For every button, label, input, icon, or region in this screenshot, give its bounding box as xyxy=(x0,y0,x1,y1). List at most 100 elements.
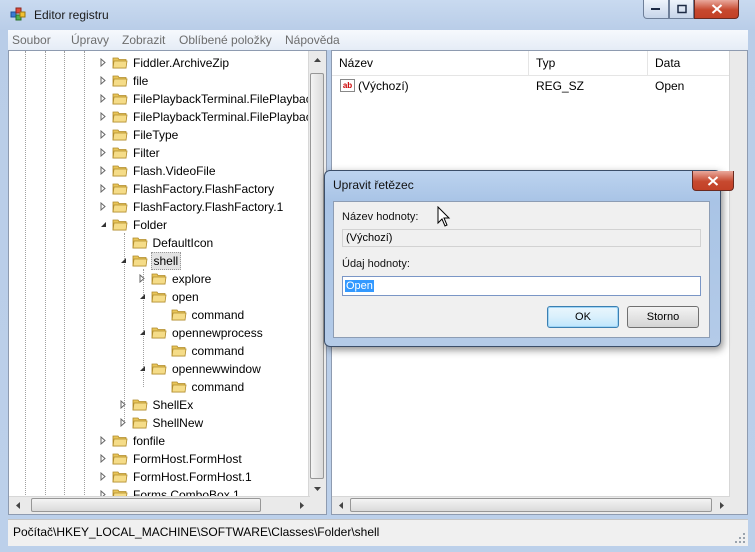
folder-icon xyxy=(112,201,128,213)
collapsed-arrow-icon[interactable] xyxy=(99,436,108,445)
tree-item[interactable]: ShellEx xyxy=(9,396,309,414)
scroll-up-button[interactable] xyxy=(309,51,326,68)
value-data-text: Open xyxy=(345,280,374,292)
tree-item[interactable]: file xyxy=(9,72,309,90)
value-name-label: Název hodnoty: xyxy=(342,211,419,223)
expanded-arrow-icon[interactable] xyxy=(99,220,108,229)
tree-item-label: FormHost.FormHost xyxy=(133,452,242,466)
ok-button[interactable]: OK xyxy=(547,306,619,328)
tree-item[interactable]: Flash.VideoFile xyxy=(9,162,309,180)
column-header-name[interactable]: Název xyxy=(332,51,529,75)
tree-item[interactable]: Filter xyxy=(9,144,309,162)
collapsed-arrow-icon[interactable] xyxy=(99,112,108,121)
collapsed-arrow-icon[interactable] xyxy=(119,400,128,409)
restore-icon xyxy=(676,4,687,14)
arrow-left-icon xyxy=(15,502,20,509)
collapsed-arrow-icon[interactable] xyxy=(99,76,108,85)
column-header-type[interactable]: Typ xyxy=(529,51,648,75)
tree-horizontal-scrollbar[interactable] xyxy=(9,496,310,514)
tree-item[interactable]: opennewwindow xyxy=(9,360,309,378)
scroll-right-button[interactable] xyxy=(293,497,310,514)
collapsed-arrow-icon[interactable] xyxy=(119,418,128,427)
tree-item[interactable]: explore xyxy=(9,270,309,288)
tree-item[interactable]: opennewprocess xyxy=(9,324,309,342)
folder-icon xyxy=(112,435,128,447)
collapsed-arrow-icon[interactable] xyxy=(99,454,108,463)
arrow-right-icon xyxy=(299,502,304,509)
tree-item[interactable]: command xyxy=(9,378,309,396)
list-scroll-right-button[interactable] xyxy=(713,497,730,514)
arrow-down-icon xyxy=(314,486,321,491)
menu-soubor[interactable]: Soubor xyxy=(12,33,51,47)
list-scroll-corner xyxy=(730,497,747,514)
scroll-down-button[interactable] xyxy=(309,480,326,497)
list-scroll-left-button[interactable] xyxy=(332,497,349,514)
tree-hscroll-thumb[interactable] xyxy=(31,498,261,512)
value-data-input[interactable]: Open xyxy=(342,276,701,296)
menu-zobrazit[interactable]: Zobrazit xyxy=(122,33,165,47)
tree-item[interactable]: FormHost.FormHost xyxy=(9,450,309,468)
tree-scroll-thumb[interactable] xyxy=(310,73,324,479)
minimize-button[interactable] xyxy=(643,0,669,19)
collapsed-arrow-icon[interactable] xyxy=(99,472,108,481)
tree-item[interactable]: FileType xyxy=(9,126,309,144)
list-hscroll-thumb[interactable] xyxy=(350,498,712,512)
tree-item-label: FilePlaybackTerminal.FilePlayback xyxy=(133,92,318,106)
expanded-arrow-icon[interactable] xyxy=(119,256,128,265)
registry-editor-icon xyxy=(10,7,26,21)
folder-icon xyxy=(112,75,128,87)
tree-item[interactable]: FilePlaybackTerminal.FilePlayback xyxy=(9,108,318,126)
collapsed-arrow-icon[interactable] xyxy=(138,274,147,283)
tree-item[interactable]: command xyxy=(9,306,309,324)
menu-oblibene-polozky[interactable]: Oblíbené položky xyxy=(179,33,272,47)
cancel-button[interactable]: Storno xyxy=(627,306,699,328)
registry-key-tree[interactable]: Fiddler.ArchiveZip file FilePlaybackTermin… xyxy=(8,50,327,515)
collapsed-arrow-icon[interactable] xyxy=(99,202,108,211)
tree-item-label: explore xyxy=(172,272,212,286)
folder-icon xyxy=(132,417,147,429)
collapsed-arrow-icon[interactable] xyxy=(99,58,108,67)
tree-item[interactable]: FormHost.FormHost.1 xyxy=(9,468,309,486)
tree-item[interactable]: open xyxy=(9,288,309,306)
close-button[interactable] xyxy=(694,0,739,19)
collapsed-arrow-icon[interactable] xyxy=(99,148,108,157)
resize-grip-icon[interactable] xyxy=(734,532,746,544)
folder-icon xyxy=(112,111,128,123)
tree-item[interactable]: shell xyxy=(9,252,309,270)
tree-item[interactable]: DefaultIcon xyxy=(9,234,309,252)
folder-icon xyxy=(132,237,147,249)
tree-item[interactable]: Folder xyxy=(9,216,309,234)
collapsed-arrow-icon[interactable] xyxy=(99,184,108,193)
tree-item-label: command xyxy=(191,308,245,322)
tree-item[interactable]: Fiddler.ArchiveZip xyxy=(9,54,309,72)
list-vertical-scrollbar[interactable] xyxy=(729,51,747,497)
expanded-arrow-icon[interactable] xyxy=(138,292,147,301)
dialog-body: Název hodnoty: (Výchozí) Údaj hodnoty: O… xyxy=(333,201,710,338)
maximize-button[interactable] xyxy=(669,0,694,19)
edit-string-dialog: Upravit řetězec Název hodnoty: (Výchozí)… xyxy=(324,170,734,347)
tree-item[interactable]: command xyxy=(9,342,309,360)
collapsed-arrow-icon[interactable] xyxy=(99,166,108,175)
tree-item-label: Filter xyxy=(133,146,160,160)
menu-napoveda[interactable]: Nápověda xyxy=(285,33,340,47)
folder-icon xyxy=(151,327,167,339)
dialog-close-button[interactable] xyxy=(692,171,734,191)
tree-item[interactable]: FilePlaybackTerminal.FilePlayback xyxy=(9,90,318,108)
collapsed-arrow-icon[interactable] xyxy=(99,94,108,103)
list-horizontal-scrollbar[interactable] xyxy=(332,496,730,514)
expanded-arrow-icon[interactable] xyxy=(138,364,147,373)
tree-item[interactable]: fonfile xyxy=(9,432,309,450)
collapsed-arrow-icon[interactable] xyxy=(99,130,108,139)
tree-item[interactable]: ShellNew xyxy=(9,414,309,432)
menu-upravy[interactable]: Úpravy xyxy=(71,33,109,47)
close-icon xyxy=(707,175,719,186)
tree-item[interactable]: FlashFactory.FlashFactory xyxy=(9,180,309,198)
tree-item-label: command xyxy=(191,344,245,358)
scroll-left-button[interactable] xyxy=(9,497,26,514)
window-title: Editor registru xyxy=(34,8,109,22)
scroll-corner xyxy=(309,497,326,514)
expanded-arrow-icon[interactable] xyxy=(138,328,147,337)
tree-item[interactable]: FlashFactory.FlashFactory.1 xyxy=(9,198,309,216)
title-bar[interactable]: Editor registru xyxy=(0,0,755,30)
list-item[interactable]: ab (Výchozí) REG_SZ Open xyxy=(332,77,747,95)
